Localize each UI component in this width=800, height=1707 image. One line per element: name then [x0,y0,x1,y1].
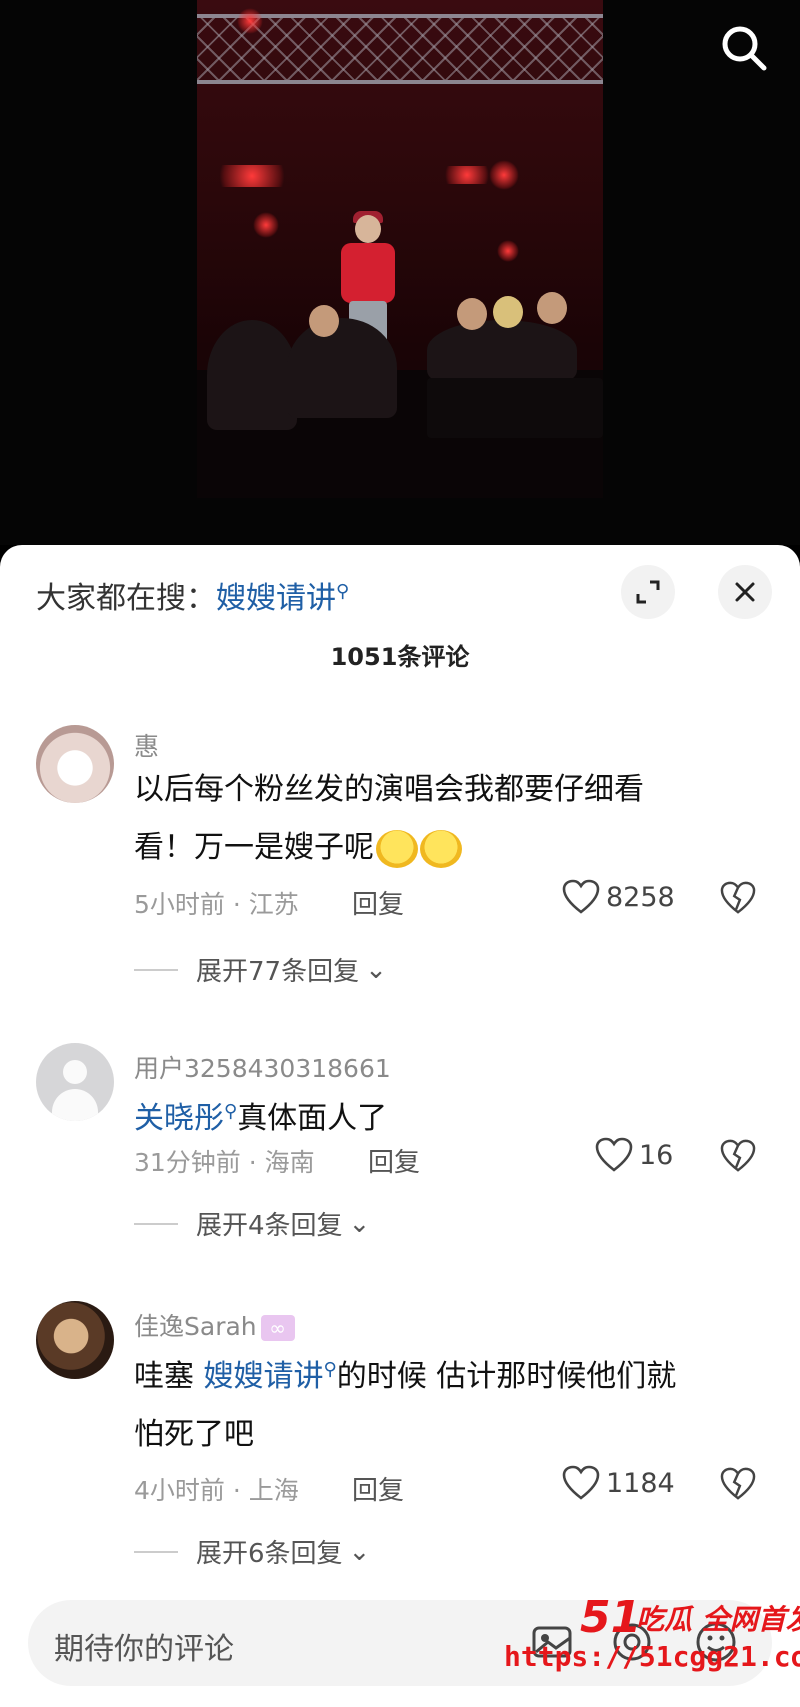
user-name[interactable]: 佳逸Sarah ∞ [134,1307,295,1343]
broken-heart-icon [720,881,756,914]
stage-light [253,212,279,238]
like-count: 1184 [606,1467,675,1499]
crowd-head [309,305,339,337]
broken-heart-icon [720,1467,756,1500]
watermark-logo: 51 吃瓜 全网首发 https://51cgg21.com [498,1592,800,1684]
search-small-icon: ⚲ [336,581,350,602]
avatar[interactable] [36,1301,114,1379]
close-button[interactable] [718,565,772,619]
chevron-down-icon: ⌄ [348,1208,371,1239]
reply-button[interactable]: 回复 [368,1142,420,1179]
avatar[interactable] [36,725,114,803]
like-button[interactable]: 1184 [562,1465,675,1501]
comment-text: 以后每个粉丝发的演唱会我都要仔细看 看！万一是嫂子呢 [134,761,754,877]
user-name[interactable]: 惠 [134,727,159,763]
stage-light [237,8,263,34]
reply-button[interactable]: 回复 [352,1470,404,1507]
crowd-head [537,292,567,324]
crowd-figure [427,378,603,438]
reply-button[interactable]: 回复 [352,884,404,921]
search-small-icon: ⚲ [323,1359,337,1380]
crowd-figure [427,320,577,380]
crowd-figure [207,320,297,430]
comment-meta: 5小时前 · 江苏 [134,890,299,919]
search-small-icon: ⚲ [224,1101,238,1122]
chevron-down-icon: ⌄ [365,954,387,985]
dislike-button[interactable] [720,1139,760,1179]
emoji-icon [376,829,418,868]
expand-replies-button[interactable]: 展开77条回复 ⌄ [134,951,387,988]
expand-icon [636,580,660,604]
watermark-brand-text: 吃瓜 全网首发 [636,1603,800,1636]
trending-keyword-link[interactable]: 嫂嫂请讲 [216,581,336,616]
like-button[interactable]: 16 [595,1137,673,1173]
expand-replies-label: 展开6条回复 [196,1539,343,1569]
comments-panel: 大家都在搜：嫂嫂请讲⚲ 1051条评论 惠 以后每个粉丝发的演唱会我都要仔细看 … [0,545,800,1707]
trending-search: 大家都在搜：嫂嫂请讲⚲ [36,573,349,617]
crowd-head [457,298,487,330]
broken-heart-icon [720,1139,756,1172]
comment-line: 真体面人了 [237,1101,388,1136]
comment-text: 哇塞 嫂嫂请讲⚲的时候 估计那时候他们就 怕死了吧 [134,1341,754,1464]
comment-meta: 4小时前 · 上海 [134,1476,299,1505]
expand-replies-button[interactable]: 展开6条回复 ⌄ [134,1533,370,1570]
comment-item: 佳逸Sarah ∞ 哇塞 嫂嫂请讲⚲的时候 估计那时候他们就 怕死了吧 4小时前 … [0,1301,800,1611]
comment-count-title: 1051条评论 [330,643,470,671]
stage-light [497,240,519,262]
heart-icon [562,1465,600,1500]
trending-prefix: 大家都在搜： [36,581,216,616]
comment-input-placeholder: 期待你的评论 [54,1632,234,1667]
infinity-badge-icon: ∞ [260,1315,295,1341]
comment-meta: 31分钟前 · 海南 [134,1148,315,1177]
comment-item: 惠 以后每个粉丝发的演唱会我都要仔细看 看！万一是嫂子呢 5小时前 · 江苏 回… [0,725,800,1025]
video-frame[interactable] [197,0,603,498]
dislike-button[interactable] [720,881,760,921]
like-count: 16 [639,1139,674,1171]
panel-header: 大家都在搜：嫂嫂请讲⚲ 1051条评论 [0,545,800,671]
heart-icon [562,879,600,914]
avatar[interactable] [36,1043,114,1121]
close-icon [735,582,755,602]
crowd-figure [287,318,397,418]
keyword-link[interactable]: 关晓彤 [134,1101,224,1136]
like-count: 8258 [606,881,675,913]
like-button[interactable]: 8258 [562,879,675,915]
keyword-link[interactable]: 嫂嫂请讲 [204,1359,324,1394]
expand-replies-label: 展开4条回复 [196,1211,343,1241]
expand-button[interactable] [621,565,675,619]
comment-item: 用户3258430318661 关晓彤⚲真体面人了 31分钟前 · 海南 回复 … [0,1043,800,1283]
watermark-url: https://51cgg21.com [504,1640,800,1673]
video-area[interactable] [0,0,800,545]
stage-light [207,165,297,187]
heart-icon [595,1137,633,1172]
emoji-icon [420,829,462,868]
crowd-head [493,296,523,328]
comment-line: 以后每个粉丝发的演唱会我都要仔细看 [134,772,644,807]
expand-replies-label: 展开77条回复 [196,957,360,987]
dislike-button[interactable] [720,1467,760,1507]
comment-line: 哇塞 嫂嫂请讲⚲的时候 估计那时候他们就 [134,1359,677,1394]
stage-light [437,166,497,184]
watermark-brand-number: 51 [580,1592,642,1643]
search-icon [722,26,767,71]
expand-replies-button[interactable]: 展开4条回复 ⌄ [134,1205,370,1242]
search-button[interactable] [716,20,772,76]
comment-line-2: 怕死了吧 [134,1417,254,1452]
chevron-down-icon: ⌄ [348,1536,371,1567]
user-name[interactable]: 用户3258430318661 [134,1049,391,1085]
comment-line-2: 看！万一是嫂子呢 [134,819,754,877]
